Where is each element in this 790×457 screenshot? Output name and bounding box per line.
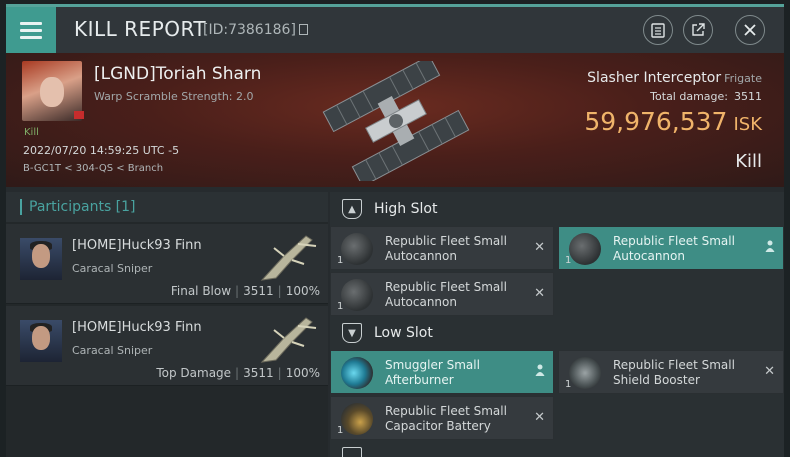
- victim-ship-class: Frigate: [724, 72, 762, 85]
- participant-role: Top Damage: [156, 366, 232, 380]
- participant-percent: 100%: [285, 284, 320, 298]
- shield-booster-icon: [569, 357, 601, 389]
- participant-ship: Caracal Sniper: [72, 262, 153, 275]
- item-quantity: 1: [337, 301, 344, 312]
- isk-amount: 59,976,537: [584, 107, 728, 136]
- kill-location[interactable]: B-GC1T < 304-QS < Branch: [23, 163, 163, 174]
- destroyed-icon: ✕: [534, 410, 545, 425]
- kill-report-window: KILL REPORT [ID:7386186] [LGND]Toriah Sh…: [6, 4, 784, 457]
- participant-name[interactable]: [HOME]Huck93 Finn: [72, 320, 202, 335]
- hamburger-icon: [20, 28, 42, 32]
- participants-header[interactable]: Participants [1]: [6, 192, 328, 222]
- destroyed-icon: ✕: [764, 364, 775, 379]
- autocannon-icon: [569, 233, 601, 265]
- kill-id-text: [ID:7386186]: [203, 22, 296, 38]
- low-slot-title: Low Slot: [374, 325, 433, 341]
- close-button[interactable]: [735, 15, 765, 45]
- header-accent-bar: [20, 199, 22, 215]
- destroyed-icon: ✕: [534, 240, 545, 255]
- participant-row[interactable]: [HOME]Huck93 Finn Caracal Sniper Top Dam…: [6, 306, 328, 386]
- close-icon: [744, 24, 756, 36]
- victim-ship-name: Slasher Interceptor: [587, 70, 722, 86]
- title-bar: KILL REPORT [ID:7386186]: [6, 7, 784, 53]
- hamburger-icon: [20, 21, 42, 25]
- portrait-face: [32, 244, 50, 268]
- high-slot-icon: ▲: [342, 199, 362, 219]
- victim-pilot-name[interactable]: [LGND]Toriah Sharn: [94, 64, 261, 84]
- participant-damage: 3511: [243, 284, 274, 298]
- fitting-item[interactable]: 1 Republic Fleet Small Autocannon ✕: [330, 226, 554, 270]
- page-title: KILL REPORT: [74, 17, 207, 41]
- kill-tag: Kill: [24, 127, 39, 138]
- share-button[interactable]: [683, 15, 713, 45]
- fitting-item[interactable]: Smuggler Small Afterburner: [330, 350, 554, 394]
- standing-badge: [74, 111, 84, 119]
- victim-ship-render: [322, 61, 470, 181]
- autocannon-icon: [341, 279, 373, 311]
- item-name: Republic Fleet Small Autocannon: [385, 234, 507, 263]
- autocannon-icon: [341, 233, 373, 265]
- item-quantity: 1: [337, 255, 344, 266]
- fitting-item[interactable]: 1 Republic Fleet Small Autocannon ✕: [330, 272, 554, 316]
- participant-percent: 100%: [285, 366, 320, 380]
- participant-name[interactable]: [HOME]Huck93 Finn: [72, 238, 202, 253]
- participant-role: Final Blow: [170, 284, 232, 298]
- item-name: Republic Fleet Small Shield Booster: [613, 358, 735, 387]
- item-name: Republic Fleet Small Autocannon: [613, 234, 735, 263]
- total-damage-value: 3511: [734, 90, 762, 103]
- isk-currency: ISK: [733, 114, 762, 135]
- total-damage: Total damage: 3511: [650, 90, 762, 103]
- kill-datetime: 2022/07/20 14:59:25 UTC -5: [23, 144, 180, 157]
- fitting-item[interactable]: 1 Republic Fleet Small Shield Booster ✕: [558, 350, 784, 394]
- participant-ship-render: [260, 235, 317, 281]
- participant-ship: Caracal Sniper: [72, 344, 153, 357]
- fitting-item[interactable]: 1 Republic Fleet Small Capacitor Battery …: [330, 396, 554, 440]
- high-slot-header: ▲ High Slot: [330, 194, 784, 224]
- participant-stats: Final Blow | 3511 | 100%: [170, 284, 320, 298]
- item-name: Republic Fleet Small Autocannon: [385, 280, 507, 309]
- clipboard-icon: [651, 23, 665, 38]
- portrait-face: [40, 77, 64, 107]
- afterburner-icon: [341, 357, 373, 389]
- dropped-icon: [535, 364, 545, 376]
- participants-panel: Participants [1] [HOME]Huck93 Finn Carac…: [6, 192, 328, 457]
- total-damage-label: Total damage:: [650, 90, 728, 103]
- kill-id[interactable]: [ID:7386186]: [203, 22, 308, 38]
- portrait-face: [32, 326, 50, 350]
- copy-icon[interactable]: [298, 24, 308, 35]
- warp-scramble-strength: Warp Scramble Strength: 2.0: [94, 90, 254, 103]
- destroyed-icon: ✕: [534, 286, 545, 301]
- item-name: Republic Fleet Small Capacitor Battery: [385, 404, 507, 433]
- slot-icon: [342, 447, 362, 457]
- participant-avatar[interactable]: [20, 238, 62, 280]
- fitting-item[interactable]: 1 Republic Fleet Small Autocannon: [558, 226, 784, 270]
- participant-row[interactable]: [HOME]Huck93 Finn Caracal Sniper Final B…: [6, 224, 328, 304]
- victim-avatar[interactable]: [22, 61, 82, 121]
- participant-ship-render: [260, 317, 317, 363]
- report-button[interactable]: [643, 15, 673, 45]
- hamburger-icon: [20, 35, 42, 39]
- participant-damage: 3511: [243, 366, 274, 380]
- victim-ship[interactable]: Slasher Interceptor Frigate: [587, 70, 762, 86]
- kill-result: Kill: [735, 151, 762, 172]
- isk-value: 59,976,537 ISK: [584, 107, 762, 136]
- low-slot-header: ▼ Low Slot: [330, 318, 784, 348]
- menu-button[interactable]: [6, 7, 56, 53]
- participant-avatar[interactable]: [20, 320, 62, 362]
- fitting-panel: ▲ High Slot 1 Republic Fleet Small Autoca…: [330, 192, 784, 457]
- item-quantity: 1: [337, 425, 344, 436]
- victim-panel: [LGND]Toriah Sharn Warp Scramble Strengt…: [6, 53, 784, 187]
- participant-stats: Top Damage | 3511 | 100%: [156, 366, 320, 380]
- capacitor-battery-icon: [341, 403, 373, 435]
- dropped-icon: [765, 240, 775, 252]
- high-slot-title: High Slot: [374, 201, 438, 217]
- item-name: Smuggler Small Afterburner: [385, 358, 480, 387]
- item-quantity: 1: [565, 379, 572, 390]
- next-slot-header: [330, 442, 784, 457]
- participants-title: Participants [1]: [29, 199, 136, 215]
- share-icon: [692, 23, 705, 36]
- low-slot-icon: ▼: [342, 323, 362, 343]
- item-quantity: 1: [565, 255, 572, 266]
